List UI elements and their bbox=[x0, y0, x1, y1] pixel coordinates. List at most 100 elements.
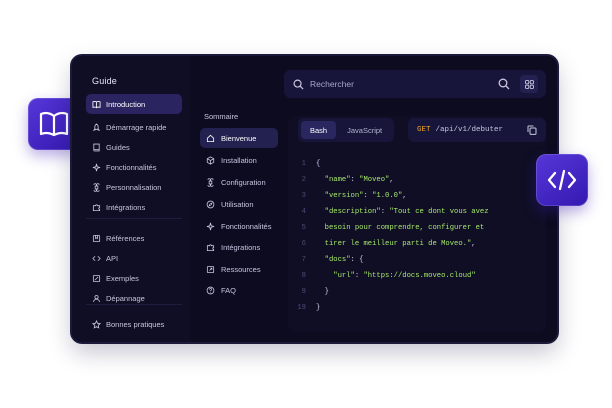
sidebar-item-label: Introduction bbox=[106, 99, 146, 109]
line-number: 8 bbox=[301, 272, 306, 280]
http-method: GET bbox=[417, 126, 431, 134]
sidebar-item-label: Dépannage bbox=[106, 293, 145, 303]
language-tabs: Bash JavaScript bbox=[298, 118, 394, 142]
code-token-str: "1.0.0" bbox=[372, 192, 403, 200]
sparkles-icon bbox=[206, 222, 215, 230]
toc-item-label: Ressources bbox=[221, 264, 261, 274]
line-number: 3 bbox=[301, 192, 306, 200]
command-icon bbox=[93, 182, 100, 192]
code-line: 6 tirer le meilleur parti de Moveo.", bbox=[288, 236, 546, 252]
code-token-key: "version" bbox=[324, 192, 364, 200]
toc-item-installation[interactable]: Installation bbox=[200, 150, 278, 170]
puzzle-icon bbox=[206, 243, 215, 251]
sidebar-item-depannage[interactable]: Dépannage bbox=[86, 288, 182, 308]
sidebar-item-integrations[interactable]: Intégrations bbox=[86, 197, 182, 217]
grid-menu-button[interactable] bbox=[520, 75, 538, 93]
book-open-icon bbox=[39, 111, 69, 137]
toc-item-bienvenue[interactable]: Bienvenue bbox=[200, 128, 278, 148]
sidebar-item-references[interactable]: Références bbox=[86, 228, 182, 248]
code-token-str: "Moveo" bbox=[359, 176, 390, 184]
line-number: 1 bbox=[301, 160, 306, 168]
code-line: 3 "version": "1.0.0", bbox=[288, 188, 546, 204]
sidebar-item-api[interactable]: API bbox=[86, 248, 182, 268]
code-token-key: "url" bbox=[333, 272, 355, 280]
code-line: 19} bbox=[288, 300, 546, 316]
code-token-end: , bbox=[389, 176, 394, 184]
search-input[interactable] bbox=[310, 79, 500, 89]
puzzle-icon bbox=[92, 203, 101, 211]
tab-javascript[interactable]: JavaScript bbox=[338, 121, 391, 139]
code-token-text: { bbox=[316, 160, 321, 168]
sidebar-item-bonnes-pratiques[interactable]: Bonnes pratiques bbox=[86, 314, 182, 334]
code-brackets-icon bbox=[547, 169, 577, 191]
code-token-rest: : { bbox=[350, 256, 364, 264]
search-icon bbox=[293, 79, 304, 90]
sidebar-divider bbox=[86, 218, 182, 219]
sidebar-divider bbox=[86, 304, 182, 305]
command-icon bbox=[207, 177, 214, 187]
code-line: 9 } bbox=[288, 284, 546, 300]
sidebar-item-introduction[interactable]: Introduction bbox=[86, 94, 182, 114]
sidebar-item-personnalisation[interactable]: Personnalisation bbox=[86, 177, 182, 197]
tab-bash[interactable]: Bash bbox=[301, 121, 337, 139]
toc-item-ressources[interactable]: Ressources bbox=[200, 259, 278, 279]
code-token-key: "name" bbox=[324, 176, 351, 184]
toc-item-utilisation[interactable]: Utilisation bbox=[200, 194, 278, 214]
toc-item-configuration[interactable]: Configuration bbox=[200, 172, 278, 192]
compass-icon bbox=[206, 200, 215, 208]
sidebar-item-label: Démarrage rapide bbox=[106, 122, 167, 132]
line-number: 19 bbox=[297, 304, 306, 312]
sidebar-title: Guide bbox=[92, 76, 118, 86]
code-token-end: , bbox=[402, 192, 407, 200]
sidebar-item-guides[interactable]: Guides bbox=[86, 137, 182, 157]
code-token-text: } bbox=[324, 288, 329, 296]
toc-item-fonctionnalites[interactable]: Fonctionnalités bbox=[200, 216, 278, 236]
rocket-icon bbox=[92, 122, 101, 131]
table-of-contents: Sommaire Bienvenue Installation Configurat… bbox=[194, 104, 282, 334]
bookmark-icon bbox=[92, 234, 101, 242]
code-line: 2 "name": "Moveo", bbox=[288, 172, 546, 188]
book-icon bbox=[93, 143, 100, 151]
sidebar-item-label: Exemples bbox=[106, 273, 139, 283]
sidebar-item-exemples[interactable]: Exemples bbox=[86, 268, 182, 288]
sidebar-item-label: Intégrations bbox=[106, 202, 146, 212]
endpoint-bar: GET /api/v1/debuter bbox=[408, 118, 546, 142]
toc-item-faq[interactable]: FAQ bbox=[200, 280, 278, 300]
sidebar-item-demarrage-rapide[interactable]: Démarrage rapide bbox=[86, 117, 182, 137]
code-token-key: "description" bbox=[324, 208, 381, 216]
external-link-icon bbox=[206, 265, 215, 273]
sidebar-item-label: Références bbox=[106, 233, 145, 243]
code-panel: Bash JavaScript GET /api/v1/debuter 1{2 … bbox=[288, 116, 546, 332]
code-token-rest: : bbox=[380, 208, 390, 216]
sparkles-icon bbox=[92, 163, 101, 171]
code-line: 1{ bbox=[288, 156, 546, 172]
toc-item-label: Utilisation bbox=[221, 199, 254, 209]
sidebar-item-label: API bbox=[106, 253, 119, 263]
toc-item-label: Installation bbox=[221, 155, 257, 165]
sidebar-item-label: Fonctionnalités bbox=[106, 162, 157, 172]
code-token-str: besoin pour comprendre, configurer et bbox=[324, 224, 485, 232]
sidebar-item-fonctionnalites[interactable]: Fonctionnalités bbox=[86, 157, 182, 177]
line-number: 2 bbox=[301, 176, 306, 184]
book-open-icon bbox=[92, 100, 101, 108]
line-number: 4 bbox=[301, 208, 306, 216]
code-line: 5 besoin pour comprendre, configurer et bbox=[288, 220, 546, 236]
toc-item-label: Fonctionnalités bbox=[221, 221, 272, 231]
help-icon bbox=[206, 286, 215, 294]
toc-item-integrations[interactable]: Intégrations bbox=[200, 237, 278, 257]
docs-window: Guide Introduction Démarrage rapide Guides… bbox=[72, 56, 557, 342]
search-button-icon[interactable] bbox=[498, 78, 510, 90]
line-number: 7 bbox=[301, 256, 306, 264]
star-icon bbox=[92, 319, 101, 329]
code-token-rest: : bbox=[363, 192, 373, 200]
toc-item-label: Intégrations bbox=[221, 242, 261, 252]
copy-icon[interactable] bbox=[527, 125, 537, 135]
code-token-rest: : bbox=[350, 176, 360, 184]
line-number: 9 bbox=[301, 288, 306, 296]
code-token-text: } bbox=[316, 304, 321, 312]
search-bar[interactable] bbox=[284, 70, 546, 98]
user-support-icon bbox=[93, 294, 100, 302]
code-line: 4 "description": "Tout ce dont vous avez bbox=[288, 204, 546, 220]
code-token-end: , bbox=[471, 240, 476, 248]
code-token-rest: : bbox=[354, 272, 364, 280]
